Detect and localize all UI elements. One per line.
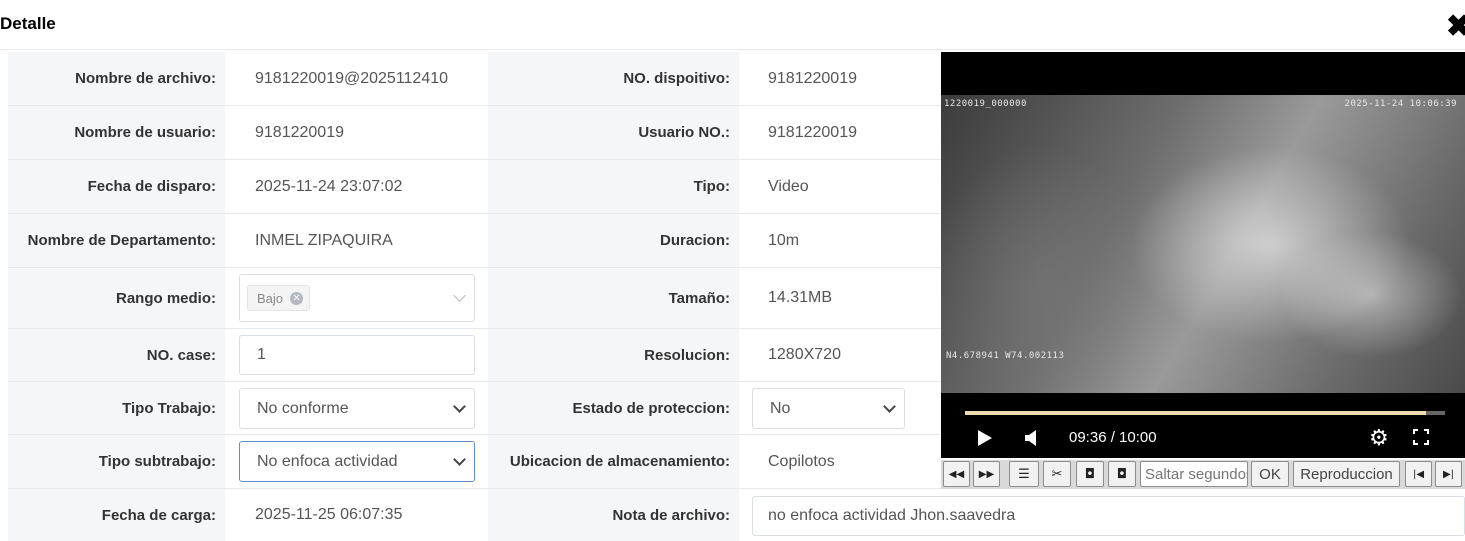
work-type-select[interactable]: No conforme: [239, 388, 475, 429]
value-trigger-date: 2025-11-24 23:07:02: [255, 177, 403, 195]
fast-forward-button[interactable]: ▶▶: [973, 461, 1000, 487]
label-storage-location: Ubicacion de almacenamiento:: [488, 435, 739, 488]
label-work-subtype: Tipo subtrabajo:: [8, 435, 225, 488]
detail-grid: Nombre de archivo: 9181220019@2025112410…: [8, 52, 941, 541]
value-type: Video: [768, 177, 809, 195]
label-file-name: Nombre de archivo:: [8, 52, 225, 105]
label-duration: Duracion:: [488, 214, 739, 267]
video-player[interactable]: 1220019_000000 2025-11-24 10:06:39 N4.67…: [941, 52, 1465, 458]
value-storage-location: Copilotos: [768, 452, 835, 470]
value-user-no: 9181220019: [768, 123, 857, 141]
playback-time: 09:36 / 10:00: [1069, 429, 1157, 446]
detail-row: Fecha de disparo: 2025-11-24 23:07:02 Ti…: [8, 160, 941, 214]
close-icon[interactable]: ✖: [1446, 12, 1465, 42]
label-type: Tipo:: [488, 160, 739, 213]
range-tag: Bajo ✕: [247, 285, 311, 311]
work-subtype-value: No enfoca actividad: [257, 452, 398, 470]
chevron-down-icon: [453, 399, 466, 413]
next-frame-button[interactable]: ◘: [1108, 461, 1136, 487]
seek-seconds-input[interactable]: [1141, 462, 1247, 486]
value-size: 14.31MB: [768, 289, 833, 306]
osd-timestamp: 2025-11-24 10:06:39: [1344, 99, 1457, 109]
progress-fill: [965, 411, 1426, 415]
value-user-name: 9181220019: [255, 123, 344, 141]
detail-row: Rango medio: Bajo ✕ Tamaño: 14.31MB: [8, 268, 941, 329]
prev-frame-button[interactable]: ◘: [1076, 461, 1104, 487]
label-user-no: Usuario NO.:: [488, 106, 739, 159]
label-upload-date: Fecha de carga:: [8, 489, 225, 541]
label-trigger-date: Fecha de disparo:: [8, 160, 225, 213]
seek-seconds-field[interactable]: [1140, 461, 1248, 487]
label-work-type: Tipo Trabajo:: [8, 382, 225, 434]
osd-device-id: 1220019_000000: [944, 99, 1027, 109]
player-toolbar: ◀◀ ▶▶ ☰ ✂ ◘ ◘ OK Reproduccion |◀ ▶|: [941, 460, 1465, 489]
skip-end-button[interactable]: ▶|: [1435, 461, 1462, 487]
video-frame[interactable]: 1220019_000000 2025-11-24 10:06:39 N4.67…: [941, 95, 1465, 393]
play-icon[interactable]: [978, 430, 992, 446]
osd-coordinates: N4.678941 W74.002113: [946, 351, 1065, 361]
label-case-no: NO. case:: [8, 329, 225, 381]
player-controls: 09:36 / 10:00 ⚙: [941, 422, 1465, 454]
protection-state-select[interactable]: No: [752, 388, 905, 429]
work-type-value: No conforme: [257, 399, 349, 417]
protection-state-value: No: [770, 399, 791, 417]
detail-row: Nombre de archivo: 9181220019@2025112410…: [8, 52, 941, 106]
label-medium-range: Rango medio:: [8, 268, 225, 328]
chevron-down-icon: [883, 399, 896, 413]
dialog-header: Detalle ✖: [0, 0, 1465, 50]
rewind-button[interactable]: ◀◀: [943, 461, 970, 487]
fullscreen-icon[interactable]: [1413, 429, 1429, 445]
medium-range-select[interactable]: Bajo ✕: [239, 274, 475, 322]
label-device-no: NO. dispoitivo:: [488, 52, 739, 105]
case-no-input[interactable]: 1: [239, 335, 475, 375]
skip-start-button[interactable]: |◀: [1405, 461, 1432, 487]
dialog-title: Detalle: [0, 14, 56, 33]
gear-icon[interactable]: ⚙: [1369, 426, 1389, 450]
label-size: Tamaño:: [488, 268, 739, 328]
label-department: Nombre de Departamento:: [8, 214, 225, 267]
value-file-name: 9181220019@2025112410: [255, 69, 449, 87]
chevron-down-icon: [453, 452, 466, 466]
value-duration: 10m: [768, 231, 800, 249]
file-note-input[interactable]: no enfoca actividad Jhon.saavedra: [752, 496, 1465, 536]
value-device-no: 9181220019: [768, 69, 857, 87]
range-tag-label: Bajo: [257, 290, 284, 306]
detail-row: Nombre de Departamento: INMEL ZIPAQUIRA …: [8, 214, 941, 268]
detail-row: Tipo Trabajo: No conforme Estado de prot…: [8, 382, 941, 435]
label-protection-state: Estado de proteccion:: [488, 382, 739, 434]
list-button[interactable]: ☰: [1009, 461, 1039, 487]
detail-row: NO. case: 1 Resolucion: 1280X720: [8, 329, 941, 382]
label-resolution: Resolucion:: [488, 329, 739, 381]
label-file-note: Nota de archivo:: [488, 489, 739, 541]
label-user-name: Nombre de usuario:: [8, 106, 225, 159]
remove-tag-icon[interactable]: ✕: [290, 291, 304, 305]
detail-row: Tipo subtrabajo: No enfoca actividad Ubi…: [8, 435, 941, 489]
value-department: INMEL ZIPAQUIRA: [255, 231, 393, 249]
work-subtype-select[interactable]: No enfoca actividad: [239, 441, 475, 482]
value-upload-date: 2025-11-25 06:07:35: [255, 506, 403, 523]
volume-icon[interactable]: [1025, 430, 1039, 446]
cut-button[interactable]: ✂: [1043, 461, 1071, 487]
progress-bar[interactable]: [965, 411, 1445, 415]
ok-button[interactable]: OK: [1251, 461, 1289, 487]
value-resolution: 1280X720: [768, 346, 841, 363]
chevron-down-icon: [453, 289, 466, 302]
playback-button[interactable]: Reproduccion: [1293, 461, 1400, 487]
detail-row: Nombre de usuario: 9181220019 Usuario NO…: [8, 106, 941, 160]
